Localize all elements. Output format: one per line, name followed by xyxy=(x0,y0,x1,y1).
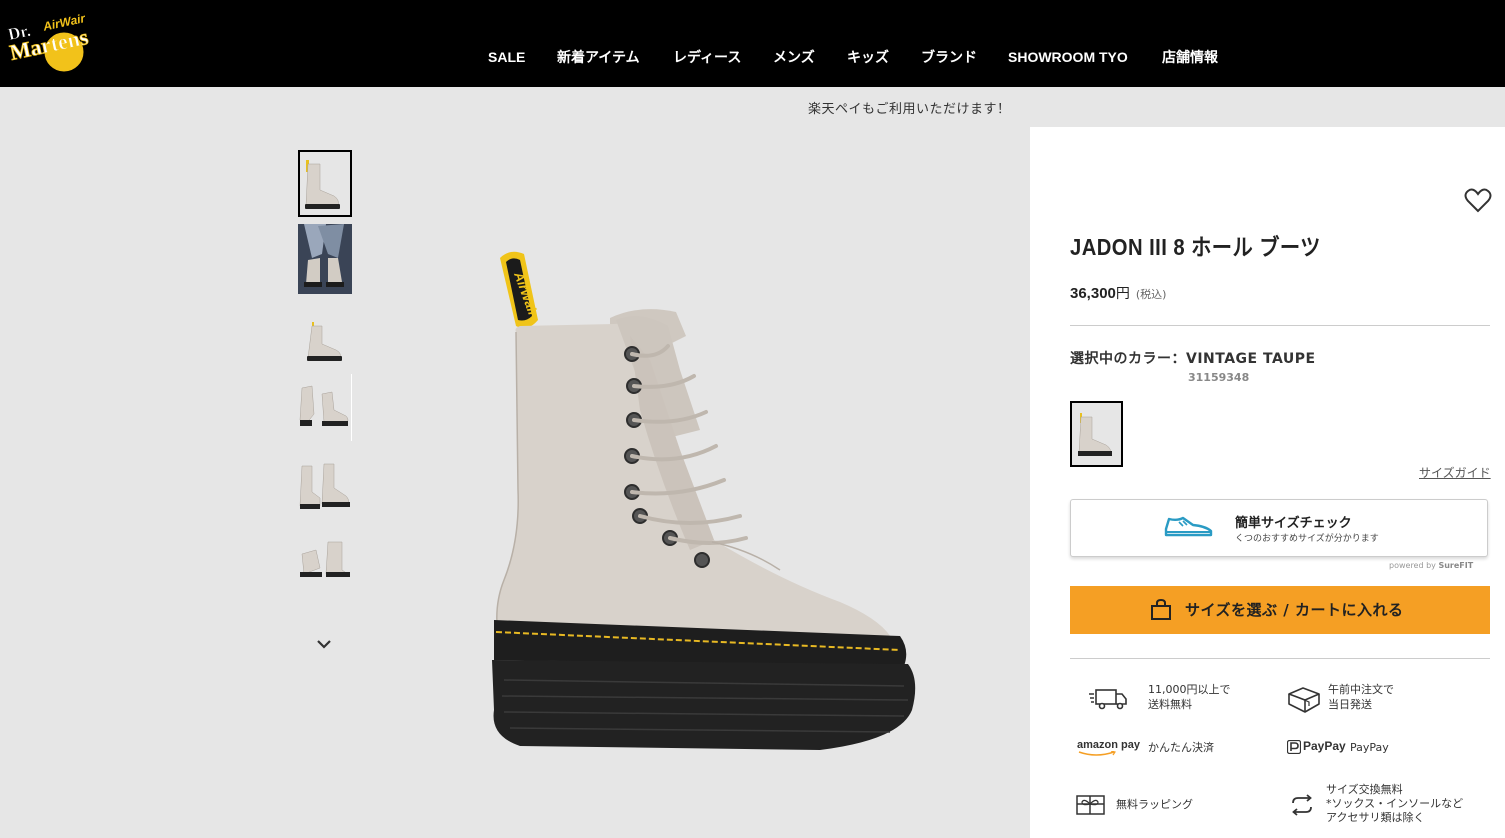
nav-sale[interactable]: SALE xyxy=(488,46,525,68)
feature-text-line: 当日発送 xyxy=(1328,698,1372,711)
shopping-bag-icon xyxy=(1150,598,1172,621)
feature-paypay: PayPay PayPay xyxy=(1287,738,1477,774)
thumbnail-1[interactable] xyxy=(298,150,352,217)
product-title: JADON III 8 ホール ブーツ xyxy=(1070,234,1321,260)
dr-martens-logo[interactable]: Dr. Martens AirWair xyxy=(6,8,110,74)
nav-new-items[interactable]: 新着アイテム xyxy=(557,46,640,68)
price-currency: 円 xyxy=(1115,286,1130,302)
nav-brand[interactable]: ブランド xyxy=(921,46,977,68)
feature-text-line: 午前中注文で xyxy=(1328,683,1394,696)
size-guide-link[interactable]: サイズガイド xyxy=(1419,464,1491,481)
thumbnail-3[interactable] xyxy=(298,310,352,366)
banner-text[interactable]: 楽天ペイもご利用いただけます！ xyxy=(808,98,1011,117)
heart-icon[interactable] xyxy=(1464,188,1492,214)
divider xyxy=(1070,658,1490,659)
product-sku: 31159348 xyxy=(1188,371,1250,384)
feature-same-day-shipping: 午前中注文で 当日発送 xyxy=(1287,682,1477,718)
exchange-icon xyxy=(1290,794,1330,824)
product-price: 36,300円 (税込) xyxy=(1070,283,1166,303)
powered-brand: SureFIT xyxy=(1438,561,1474,570)
nav-kids[interactable]: キッズ xyxy=(847,46,889,68)
add-to-cart-button[interactable]: サイズを選ぶ / カートに入れる xyxy=(1070,586,1490,634)
thumbnail-5[interactable] xyxy=(298,454,352,520)
amazon-pay-logo: amazon pay xyxy=(1076,738,1140,758)
package-icon xyxy=(1287,684,1327,714)
powered-prefix: powered by xyxy=(1389,561,1436,570)
surefit-title: 簡単サイズチェック xyxy=(1235,516,1352,531)
promo-banner: 楽天ペイもご利用いただけます！ xyxy=(0,87,1505,127)
surefit-size-check-button[interactable]: 簡単サイズチェック くつのおすすめサイズが分かります xyxy=(1070,499,1488,557)
feature-text-line: アクセサリ類は除く xyxy=(1326,811,1425,824)
delivery-truck-icon xyxy=(1088,684,1128,714)
product-main-image[interactable]: AirWair xyxy=(480,240,940,760)
thumbnail-4[interactable] xyxy=(298,374,352,441)
price-tax-note: (税込) xyxy=(1135,288,1167,301)
price-amount: 36,300 xyxy=(1070,285,1116,302)
nav-mens[interactable]: メンズ xyxy=(773,46,815,68)
feature-text-line: PayPay xyxy=(1350,741,1389,754)
paypay-logo-text: PayPay xyxy=(1303,739,1346,753)
gift-icon xyxy=(1076,794,1116,824)
amazon-pay-logo-text: amazon pay xyxy=(1077,739,1140,751)
paypay-logo: PayPay xyxy=(1287,738,1346,758)
feature-text-line: *ソックス・インソールなど xyxy=(1326,797,1464,810)
divider xyxy=(1070,325,1490,326)
feature-free-shipping: 11,000円以上で 送料無料 xyxy=(1088,682,1268,718)
feature-text-line: かんたん決済 xyxy=(1148,741,1214,754)
color-swatch-vintage-taupe[interactable] xyxy=(1070,401,1123,467)
feature-free-size-exchange: サイズ交換無料 *ソックス・インソールなど アクセサリ類は除く xyxy=(1290,782,1490,828)
nav-store-info[interactable]: 店舗情報 xyxy=(1162,46,1218,68)
sneaker-icon xyxy=(1163,513,1215,539)
feature-text-line: 無料ラッピング xyxy=(1116,798,1193,811)
surefit-subtitle: くつのおすすめサイズが分かります xyxy=(1235,534,1379,544)
chevron-down-icon[interactable] xyxy=(312,632,336,656)
selected-color-label: 選択中のカラー：VINTAGE TAUPE xyxy=(1070,351,1316,367)
thumbnail-6[interactable] xyxy=(298,534,352,588)
feature-text-line: サイズ交換無料 xyxy=(1326,783,1403,796)
add-to-cart-label: サイズを選ぶ / カートに入れる xyxy=(1185,601,1404,619)
thumbnail-2[interactable] xyxy=(298,224,352,294)
feature-text-line: 11,000円以上で xyxy=(1148,683,1231,696)
feature-free-wrapping: 無料ラッピング xyxy=(1076,794,1266,830)
nav-ladies[interactable]: レディース xyxy=(673,46,741,68)
feature-amazon-pay: amazon pay かんたん決済 xyxy=(1076,738,1266,774)
site-header: Dr. Martens AirWair SALE 新着アイテム レディース メン… xyxy=(0,0,1505,87)
feature-text-line: 送料無料 xyxy=(1148,698,1192,711)
powered-by-surefit: powered by SureFIT xyxy=(1389,561,1473,570)
nav-showroom[interactable]: SHOWROOM TYO xyxy=(1008,46,1128,68)
